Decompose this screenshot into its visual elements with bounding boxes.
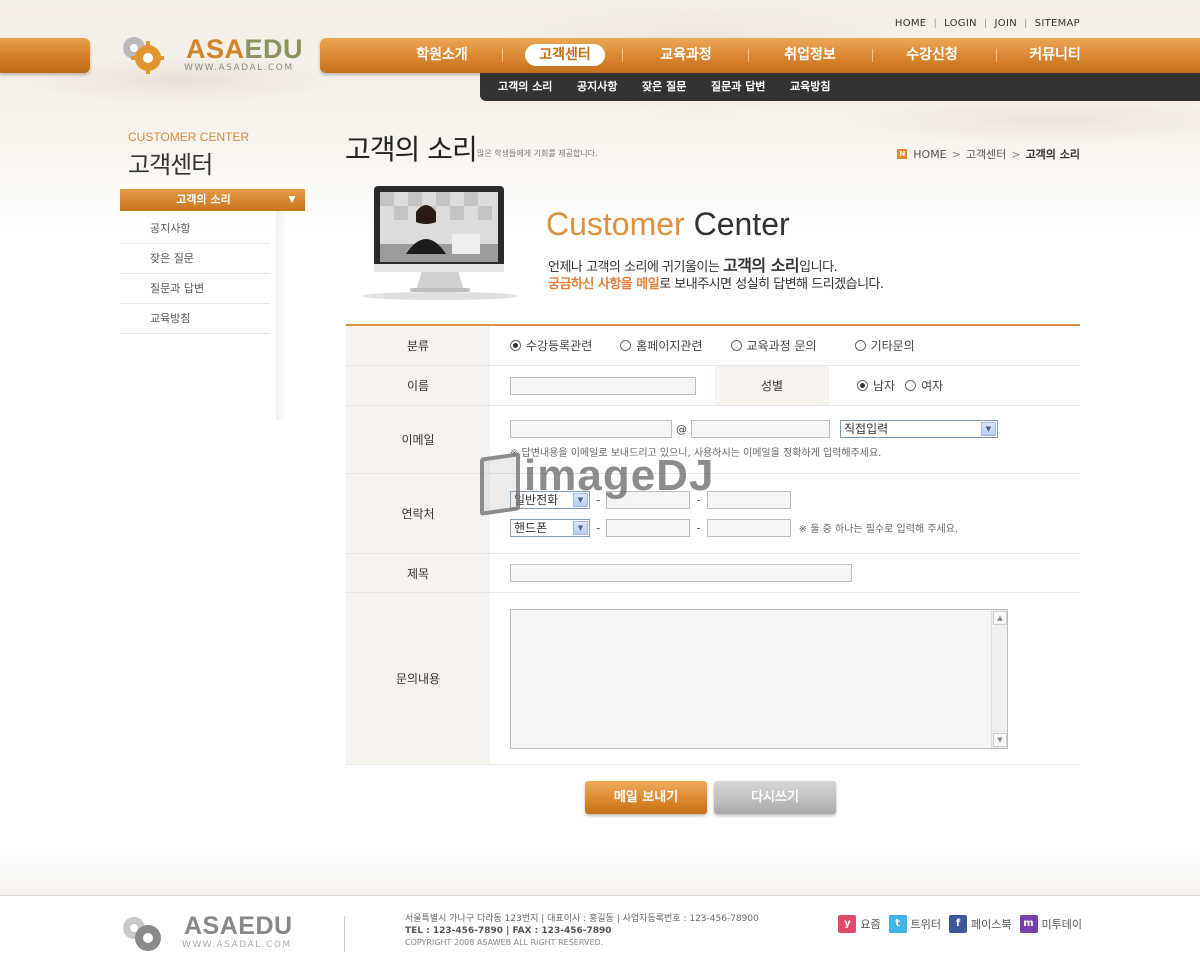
subnav-policy[interactable]: 교육방침 (790, 73, 830, 101)
home-icon: N (897, 149, 908, 159)
sns-links: y 요즘 t 트위터 f 페이스북 m 미투데이 (830, 915, 1082, 933)
side-title-en: CUSTOMER CENTER (128, 130, 250, 144)
utility-nav: HOME | LOGIN | JOIN | SITEMAP (894, 18, 1080, 29)
breadcrumb-current: 고객의 소리 (1025, 148, 1080, 161)
email-label: 이메일 (346, 406, 490, 473)
content-textarea[interactable]: ▲ ▼ (510, 608, 1008, 749)
textarea-scrollbar[interactable]: ▲ ▼ (991, 609, 1007, 748)
phone2-last-input[interactable] (706, 518, 791, 537)
content-row: 문의내용 ▲ ▼ (346, 593, 1080, 765)
chevron-down-icon: ▼ (981, 422, 996, 436)
util-join-link[interactable]: JOIN (995, 18, 1017, 29)
footer-logo[interactable]: ASAEDU WWW.ASADAL.COM (120, 910, 300, 956)
me2day-icon: m (1019, 915, 1038, 933)
phone2-mid-input[interactable] (606, 518, 691, 537)
category-row: 분류 수강등록관련 홈페이지관련 교육과정 문의 기타문의 (346, 326, 1080, 366)
breadcrumb: N HOME > 고객센터 > 고객의 소리 (897, 146, 1080, 162)
side-item-voice[interactable]: 고객의 소리 ▼ (120, 189, 305, 211)
phone-label: 연락처 (346, 474, 490, 553)
side-menu: 공지사항 잦은 질문 질문과 답변 교육방침 (120, 214, 270, 334)
gender-radio-female[interactable]: 여자 (905, 377, 943, 394)
category-label: 분류 (346, 326, 490, 365)
nav-about[interactable]: 학원소개 (398, 38, 486, 73)
subject-row: 제목 (346, 554, 1080, 593)
side-title: 고객센터 (128, 151, 213, 179)
side-item-policy[interactable]: 교육방침 (120, 304, 270, 334)
subnav-qna[interactable]: 질문과 답변 (711, 73, 765, 101)
footer-contact: TEL : 123-456-7890 | FAX : 123-456-7890 (405, 926, 612, 936)
subject-label: 제목 (346, 554, 490, 592)
gear-logo-icon (123, 37, 164, 74)
email-at: @ (676, 422, 687, 436)
nav-community[interactable]: 커뮤니티 (1010, 38, 1100, 73)
breadcrumb-customer-center[interactable]: 고객센터 (966, 146, 1006, 162)
sub-nav: 고객의 소리 공지사항 잦은 질문 질문과 답변 교육방침 (480, 73, 1200, 101)
name-label: 이름 (346, 366, 490, 405)
chevron-right-icon: > (951, 147, 961, 161)
category-radio-other[interactable]: 기타문의 (854, 337, 915, 354)
facebook-icon: f (949, 915, 968, 933)
content-label: 문의내용 (346, 593, 490, 764)
subnav-notice[interactable]: 공지사항 (577, 73, 617, 101)
breadcrumb-home[interactable]: HOME (913, 148, 946, 161)
nav-customer-center[interactable]: 고객센터 (520, 38, 610, 73)
phone-note: ※ 둘 중 하나는 필수로 입력해 주세요. (798, 524, 959, 535)
util-home-link[interactable]: HOME (895, 18, 927, 29)
banner-text-line2: 궁금하신 사항을 메일로 보내주시면 성실히 답변해 드리겠습니다. (548, 277, 884, 292)
gear-logo-icon (123, 917, 161, 951)
side-item-faq[interactable]: 잦은 질문 (120, 244, 270, 274)
footer-info: 서울특별시 가나구 다라동 123번지 | 대표이사 : 홍길동 | 사업자등록… (405, 913, 759, 949)
util-login-link[interactable]: LOGIN (944, 18, 977, 29)
watermark: imageDJ (480, 451, 730, 516)
email-domain-input[interactable] (691, 420, 830, 438)
logo-url: WWW.ASADAL.COM (184, 63, 294, 73)
twitter-icon: t (888, 915, 907, 933)
side-item-notice[interactable]: 공지사항 (120, 214, 270, 244)
gender-label: 성별 (715, 366, 829, 405)
name-input[interactable] (510, 376, 696, 395)
category-radio-course[interactable]: 교육과정 문의 (730, 337, 817, 354)
send-mail-button[interactable]: 메일 보내기 (585, 781, 707, 814)
monitor-operator-image (362, 186, 518, 300)
inquiry-form: 분류 수강등록관련 홈페이지관련 교육과정 문의 기타문의 이름 성별 남자 여… (346, 324, 1080, 765)
name-row: 이름 성별 남자 여자 (346, 366, 1080, 406)
footer-copyright: COPYRIGHT 2008 ASAWEB ALL RIGHT RESERVED… (405, 938, 604, 947)
sns-yozm-link[interactable]: y 요즘 (838, 915, 881, 933)
chevron-down-icon: ▼ (573, 520, 588, 535)
chevron-right-icon: > (1011, 147, 1021, 161)
email-domain-select[interactable]: 직접입력 ▼ (840, 420, 998, 438)
scroll-down-icon[interactable]: ▼ (993, 732, 1007, 747)
logo-wordmark: ASAEDU (186, 34, 304, 64)
site-logo[interactable]: ASAEDU WWW.ASADAL.COM (120, 30, 304, 78)
side-item-qna[interactable]: 질문과 답변 (120, 274, 270, 304)
page-title: 고객의 소리 (345, 133, 478, 166)
subject-input[interactable] (510, 564, 852, 582)
footer-address: 서울특별시 가나구 다라동 123번지 | 대표이사 : 홍길동 | 사업자등록… (405, 914, 759, 924)
sns-facebook-link[interactable]: f 페이스북 (949, 915, 1012, 933)
page-description: 많은 학생들에게 기회를 제공합니다. (477, 149, 598, 158)
sns-twitter-link[interactable]: t 트위터 (888, 915, 941, 933)
watermark-box-icon (480, 452, 520, 516)
nav-enroll[interactable]: 수강신청 (888, 38, 976, 73)
yozm-icon: y (838, 915, 857, 933)
category-radio-enroll[interactable]: 수강등록관련 (510, 337, 592, 354)
category-radio-homepage[interactable]: 홈페이지관련 (620, 337, 703, 354)
nav-jobs[interactable]: 취업정보 (766, 38, 854, 73)
nav-left-stub (0, 38, 90, 73)
sns-me2day-link[interactable]: m 미투데이 (1019, 915, 1082, 933)
phone-type-select-2[interactable]: 핸드폰 ▼ (510, 518, 590, 537)
chevron-down-icon: ▼ (288, 195, 296, 205)
nav-courses[interactable]: 교육과정 (642, 38, 730, 73)
email-id-input[interactable] (510, 420, 672, 438)
util-sitemap-link[interactable]: SITEMAP (1035, 18, 1080, 29)
gender-radio-male[interactable]: 남자 (857, 377, 895, 394)
reset-button[interactable]: 다시쓰기 (714, 781, 836, 814)
scroll-up-icon[interactable]: ▲ (993, 610, 1007, 625)
subnav-voice[interactable]: 고객의 소리 (498, 73, 552, 101)
banner-headline: Customer Center (546, 206, 790, 242)
main-nav: 학원소개 고객센터 교육과정 취업정보 수강신청 커뮤니티 (320, 38, 1200, 73)
subnav-faq[interactable]: 잦은 질문 (642, 73, 686, 101)
